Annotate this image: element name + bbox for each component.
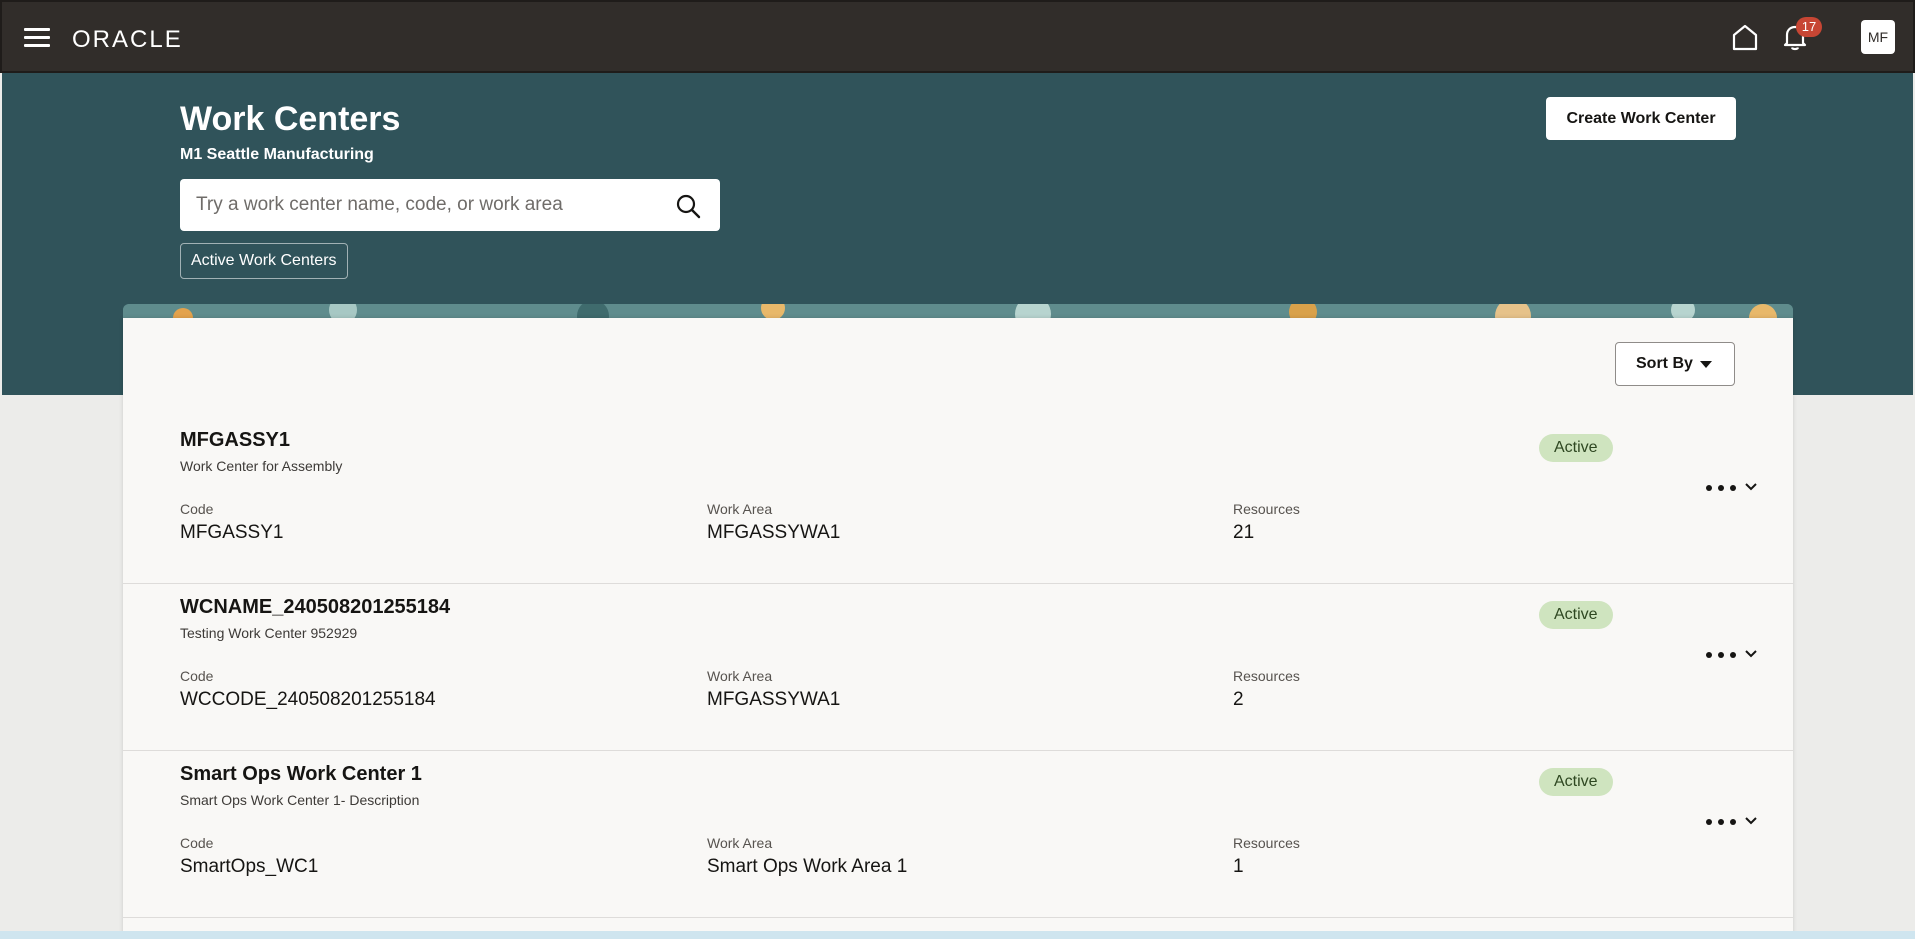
code-value: WCCODE_240508201255184: [180, 689, 436, 710]
work-center-name[interactable]: Smart Ops Work Center 1: [180, 763, 422, 786]
hamburger-menu-icon[interactable]: [24, 28, 50, 48]
chevron-down-icon[interactable]: [1743, 646, 1759, 662]
work-area-field: Work Area MFGASSYWA1: [707, 501, 840, 544]
search-field[interactable]: [180, 179, 720, 231]
resources-field: Resources 1: [1233, 835, 1300, 878]
work-area-value: MFGASSYWA1: [707, 522, 841, 543]
notification-count-badge: 17: [1796, 17, 1822, 37]
resources-field: Resources 21: [1233, 501, 1300, 544]
work-center-row[interactable]: WCNAME_240508201255184 Testing Work Cent…: [123, 584, 1793, 751]
search-icon[interactable]: [675, 193, 701, 219]
code-field: Code WCCODE_240508201255184: [180, 668, 436, 711]
chevron-down-icon[interactable]: [1743, 479, 1759, 495]
code-field: Code MFGASSY1: [180, 501, 283, 544]
resources-value: 2: [1233, 689, 1244, 710]
work-center-description: Smart Ops Work Center 1- Description: [180, 792, 420, 808]
work-area-label: Work Area: [707, 501, 773, 517]
work-area-label: Work Area: [707, 668, 773, 684]
code-label: Code: [180, 501, 214, 517]
work-center-name[interactable]: MFGASSY1: [180, 429, 290, 452]
code-value: MFGASSY1: [180, 522, 284, 543]
resources-label: Resources: [1233, 501, 1300, 517]
work-area-field: Work Area MFGASSYWA1: [707, 668, 840, 711]
work-area-field: Work Area Smart Ops Work Area 1: [707, 835, 907, 878]
active-work-centers-filter-chip[interactable]: Active Work Centers: [180, 243, 348, 279]
status-badge: Active: [1539, 434, 1613, 462]
code-label: Code: [180, 835, 214, 851]
code-value: SmartOps_WC1: [180, 856, 319, 877]
more-actions-icon[interactable]: [1703, 809, 1739, 835]
resources-field: Resources 2: [1233, 668, 1300, 711]
status-badge: Active: [1539, 601, 1613, 629]
bottom-edge-strip: [0, 931, 1915, 939]
home-icon[interactable]: [1730, 22, 1760, 52]
resources-label: Resources: [1233, 668, 1300, 684]
top-bar: ORACLE: [0, 0, 1915, 73]
more-actions-icon[interactable]: [1703, 475, 1739, 501]
work-center-description: Testing Work Center 952929: [180, 625, 358, 641]
chevron-down-icon[interactable]: [1743, 813, 1759, 829]
work-center-description: Work Center for Assembly: [180, 458, 343, 474]
page-title: Work Centers: [180, 100, 401, 138]
caret-down-icon: [1700, 361, 1712, 368]
resources-value: 1: [1233, 856, 1244, 877]
work-center-row[interactable]: MFGASSY1 Work Center for Assembly Code M…: [123, 417, 1793, 584]
work-area-value: Smart Ops Work Area 1: [707, 856, 908, 877]
code-label: Code: [180, 668, 214, 684]
sort-by-button[interactable]: Sort By: [1615, 342, 1735, 386]
work-center-row[interactable]: Smart Ops Work Center 1 Smart Ops Work C…: [123, 751, 1793, 918]
work-centers-list-card: Sort By MFGASSY1 Work Center for Assembl…: [123, 318, 1793, 939]
resources-value: 21: [1233, 522, 1255, 543]
work-center-name[interactable]: WCNAME_240508201255184: [180, 596, 450, 619]
more-actions-icon[interactable]: [1703, 642, 1739, 668]
code-field: Code SmartOps_WC1: [180, 835, 318, 878]
create-work-center-button[interactable]: Create Work Center: [1546, 97, 1736, 140]
resources-label: Resources: [1233, 835, 1300, 851]
user-avatar[interactable]: MF: [1861, 20, 1895, 54]
status-badge: Active: [1539, 768, 1613, 796]
page-subtitle: M1 Seattle Manufacturing: [180, 146, 374, 163]
oracle-logo[interactable]: ORACLE: [72, 26, 183, 54]
sort-by-label: Sort By: [1636, 355, 1693, 372]
work-area-label: Work Area: [707, 835, 773, 851]
work-area-value: MFGASSYWA1: [707, 689, 841, 710]
search-input[interactable]: [181, 180, 656, 230]
